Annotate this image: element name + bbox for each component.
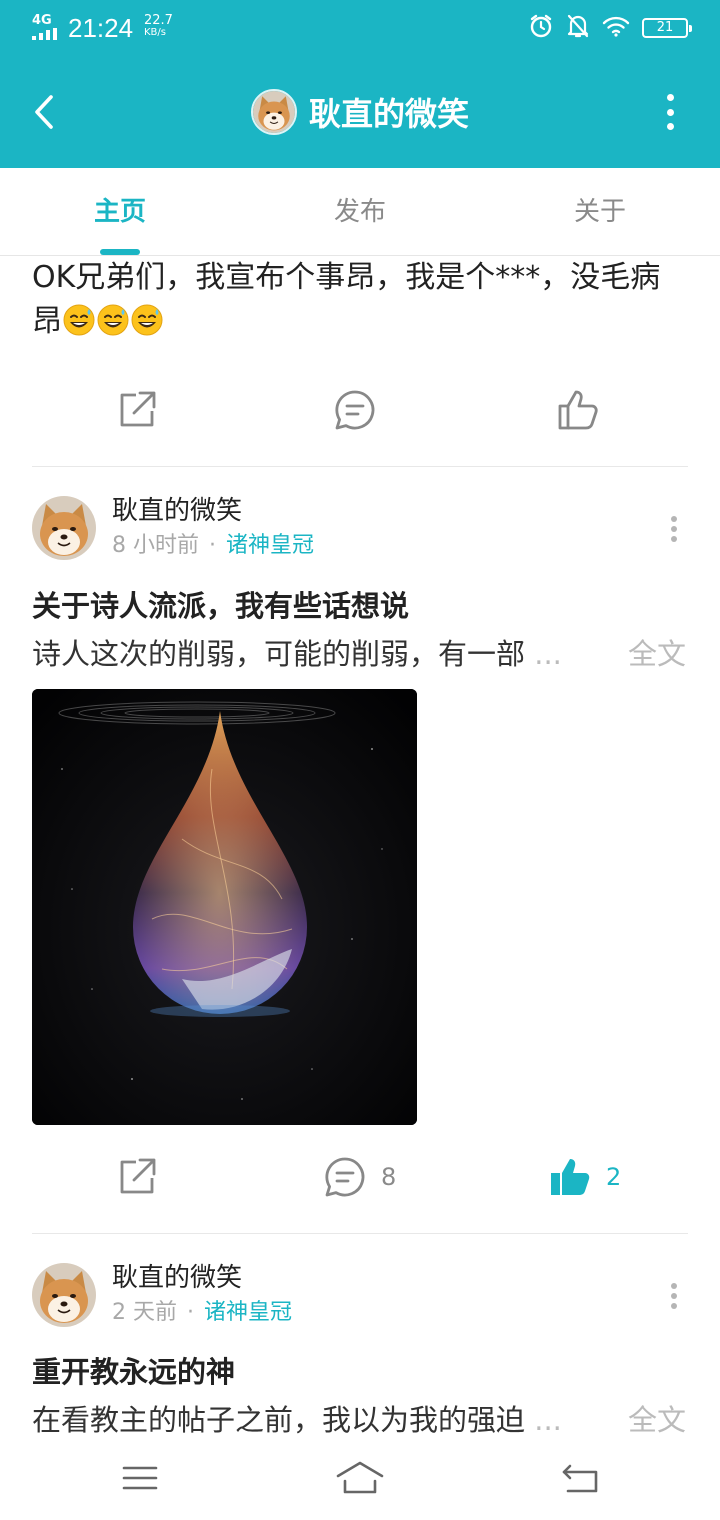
signal-icon: [32, 28, 57, 40]
battery-icon: 21: [642, 18, 692, 38]
comment-count: 8: [381, 1163, 397, 1191]
avatar[interactable]: [32, 1263, 96, 1327]
status-bar: 4G 21:24 22.7 KB/s 21: [0, 0, 720, 56]
excerpt-ellipsis: ...: [534, 1403, 562, 1437]
shiba-avatar-icon: [32, 1263, 96, 1327]
post-excerpt-text: 在看教主的帖子之前，我以为我的强迫: [32, 1403, 526, 1437]
full-text-link[interactable]: 全文: [628, 1400, 686, 1440]
tab-about[interactable]: 关于: [480, 168, 720, 255]
post-image-art: [32, 689, 417, 1125]
avatar[interactable]: [32, 496, 96, 560]
page-title: 耿直的微笑: [308, 95, 469, 133]
share-icon: [120, 391, 156, 427]
tab-about-label: 关于: [573, 197, 626, 227]
like-button[interactable]: [556, 370, 600, 450]
post-excerpt[interactable]: 在看教主的帖子之前，我以为我的强迫 ... 全文: [32, 1400, 688, 1440]
return-button[interactable]: [556, 1456, 604, 1500]
post-1-text[interactable]: OK兄弟们，我宣布个事昂，我是个***，没毛病昂: [32, 256, 682, 344]
tab-posts-label: 发布: [333, 197, 386, 227]
sweat-smile-emoji: [97, 304, 129, 336]
cosmic-teardrop-image[interactable]: [32, 689, 417, 1125]
return-icon: [562, 1464, 598, 1493]
battery-level: 21: [656, 20, 674, 35]
comment-button[interactable]: [333, 370, 377, 450]
shiba-avatar-icon: [32, 496, 96, 560]
menu-button[interactable]: [116, 1456, 164, 1500]
share-button[interactable]: [116, 370, 158, 450]
post-title[interactable]: 关于诗人流派，我有些话想说: [32, 586, 409, 626]
author-name[interactable]: 耿直的微笑: [112, 1261, 242, 1295]
wifi-icon: [602, 15, 630, 41]
author-name[interactable]: 耿直的微笑: [112, 494, 242, 528]
system-nav-bar: [0, 1440, 720, 1520]
profile-title: 耿直的微笑: [0, 86, 720, 138]
sweat-smile-emoji: [63, 304, 95, 336]
full-text-link[interactable]: 全文: [628, 634, 686, 674]
post-excerpt-text: 诗人这次的削弱，可能的削弱，有一部: [32, 637, 526, 671]
like-count: 2: [606, 1163, 622, 1191]
comment-icon: [335, 390, 375, 430]
post-feed[interactable]: OK兄弟们，我宣布个事昂，我是个***，没毛病昂 耿直的微笑 8 小时前 · 诸…: [0, 256, 720, 1440]
mute-notification-icon: [566, 13, 590, 43]
sweat-smile-emoji: [131, 304, 163, 336]
network-speed-value: 22.7: [144, 13, 173, 28]
post-time: 2 天前: [112, 1300, 177, 1325]
post-more-icon[interactable]: [670, 516, 678, 542]
meta-separator: ·: [209, 533, 216, 558]
share-button[interactable]: [116, 1137, 158, 1217]
tab-home[interactable]: 主页: [0, 168, 240, 255]
post-divider: [32, 466, 688, 467]
more-vertical-icon[interactable]: [660, 94, 680, 130]
post-3-header: 耿直的微笑 2 天前 · 诸神皇冠: [0, 1263, 720, 1331]
network-speed: 22.7 KB/s: [144, 14, 173, 39]
excerpt-ellipsis: ...: [534, 637, 562, 671]
menu-icon: [122, 1466, 158, 1490]
post-1-actions: [0, 370, 720, 450]
tab-home-label: 主页: [93, 197, 146, 227]
post-more-icon[interactable]: [670, 1283, 678, 1309]
post-2-header: 耿直的微笑 8 小时前 · 诸神皇冠: [0, 496, 720, 564]
tab-posts[interactable]: 发布: [240, 168, 480, 255]
comment-icon: [325, 1157, 365, 1197]
shiba-avatar-icon: [252, 91, 295, 133]
tab-indicator: [100, 249, 140, 255]
profile-avatar[interactable]: [250, 89, 297, 135]
meta-separator: ·: [187, 1300, 194, 1325]
comment-button[interactable]: 8: [323, 1137, 396, 1217]
thumbs-up-filled-icon: [551, 1159, 590, 1195]
post-title[interactable]: 重开教永远的神: [32, 1352, 235, 1392]
network-type: 4G: [32, 13, 52, 28]
post-2-actions: 8 2: [0, 1137, 720, 1217]
post-time: 8 小时前: [112, 533, 199, 558]
share-icon: [120, 1158, 156, 1194]
post-meta: 8 小时前 · 诸神皇冠: [112, 532, 314, 560]
clock: 21:24: [68, 13, 134, 43]
thumbs-up-icon: [558, 390, 598, 430]
post-excerpt[interactable]: 诗人这次的削弱，可能的削弱，有一部 ... 全文: [32, 634, 688, 674]
circle-link[interactable]: 诸神皇冠: [226, 533, 314, 558]
post-divider: [32, 1233, 688, 1234]
circle-link[interactable]: 诸神皇冠: [204, 1300, 292, 1325]
app-bar: 耿直的微笑: [0, 56, 720, 168]
network-speed-unit: KB/s: [144, 27, 166, 38]
alarm-icon: [528, 13, 554, 43]
tab-bar: 主页 发布 关于: [0, 168, 720, 256]
like-button[interactable]: 2: [548, 1137, 621, 1217]
home-button[interactable]: [336, 1456, 384, 1500]
post-meta: 2 天前 · 诸神皇冠: [112, 1299, 292, 1327]
home-icon: [336, 1461, 384, 1494]
